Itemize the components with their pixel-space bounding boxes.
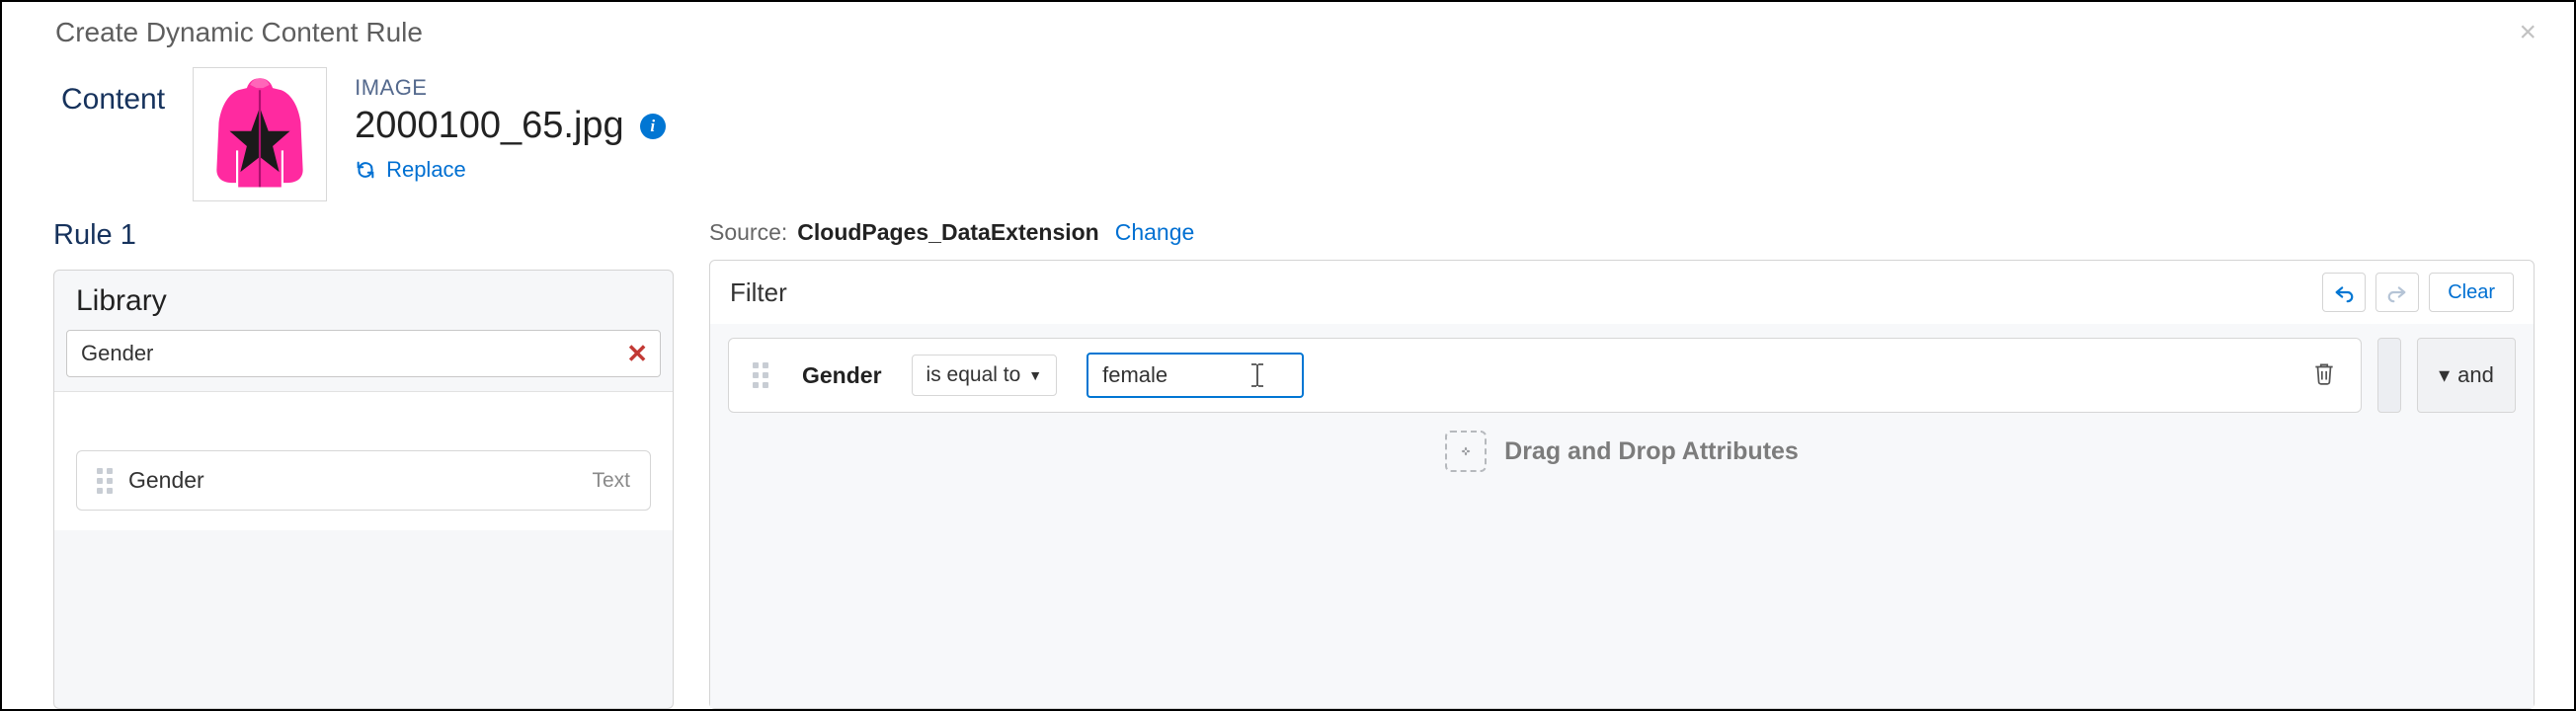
close-icon[interactable]: ×	[2519, 16, 2536, 49]
attribute-type: Text	[592, 469, 630, 493]
redo-button[interactable]	[2375, 273, 2419, 312]
source-label: Source:	[709, 219, 787, 246]
group-spacer	[2377, 338, 2401, 413]
drop-zone[interactable]: Drag and Drop Attributes	[728, 431, 2516, 472]
value-input-wrap[interactable]	[1087, 353, 1304, 398]
library-panel: Library ✕ Gender Text	[53, 270, 674, 709]
library-search-input[interactable]	[67, 331, 660, 376]
rule-title: Rule 1	[53, 219, 674, 252]
replace-label: Replace	[386, 157, 466, 183]
replace-button[interactable]: Replace	[355, 157, 666, 183]
content-thumbnail[interactable]	[193, 67, 327, 201]
drop-target-icon	[1445, 431, 1487, 472]
undo-button[interactable]	[2322, 273, 2366, 312]
delete-rule-button[interactable]	[2311, 360, 2337, 391]
clear-button[interactable]: Clear	[2429, 273, 2514, 312]
chevron-down-icon: ▼	[1028, 367, 1042, 383]
connector-button[interactable]: ▾ and	[2417, 338, 2516, 413]
operator-select[interactable]: is equal to ▼	[912, 355, 1058, 396]
filter-rule-row: Gender is equal to ▼	[728, 338, 2362, 413]
library-search[interactable]: ✕	[66, 330, 661, 377]
drag-handle-icon[interactable]	[97, 468, 113, 494]
content-heading: Content	[61, 67, 165, 117]
library-heading: Library	[54, 271, 673, 330]
undo-icon	[2333, 281, 2355, 303]
change-source-link[interactable]: Change	[1115, 219, 1195, 246]
attribute-name: Gender	[128, 467, 204, 494]
drag-handle-icon[interactable]	[753, 362, 768, 388]
clear-search-icon[interactable]: ✕	[626, 339, 648, 369]
rule-field-name: Gender	[802, 362, 882, 389]
info-icon[interactable]: i	[640, 114, 666, 139]
trash-icon	[2311, 360, 2337, 386]
connector-label: and	[2457, 362, 2494, 388]
attribute-item[interactable]: Gender Text	[76, 450, 651, 511]
file-name: 2000100_65.jpg	[355, 105, 624, 147]
jacket-icon	[205, 75, 314, 194]
content-type-label: IMAGE	[355, 75, 666, 101]
text-cursor-icon	[1248, 362, 1266, 388]
operator-label: is equal to	[926, 363, 1021, 387]
replace-icon	[355, 159, 376, 181]
redo-icon	[2386, 281, 2408, 303]
source-name: CloudPages_DataExtension	[797, 219, 1098, 246]
modal-title: Create Dynamic Content Rule	[55, 17, 423, 48]
filter-title: Filter	[730, 277, 787, 308]
drop-hint-text: Drag and Drop Attributes	[1504, 437, 1799, 466]
chevron-down-icon: ▾	[2439, 362, 2450, 388]
